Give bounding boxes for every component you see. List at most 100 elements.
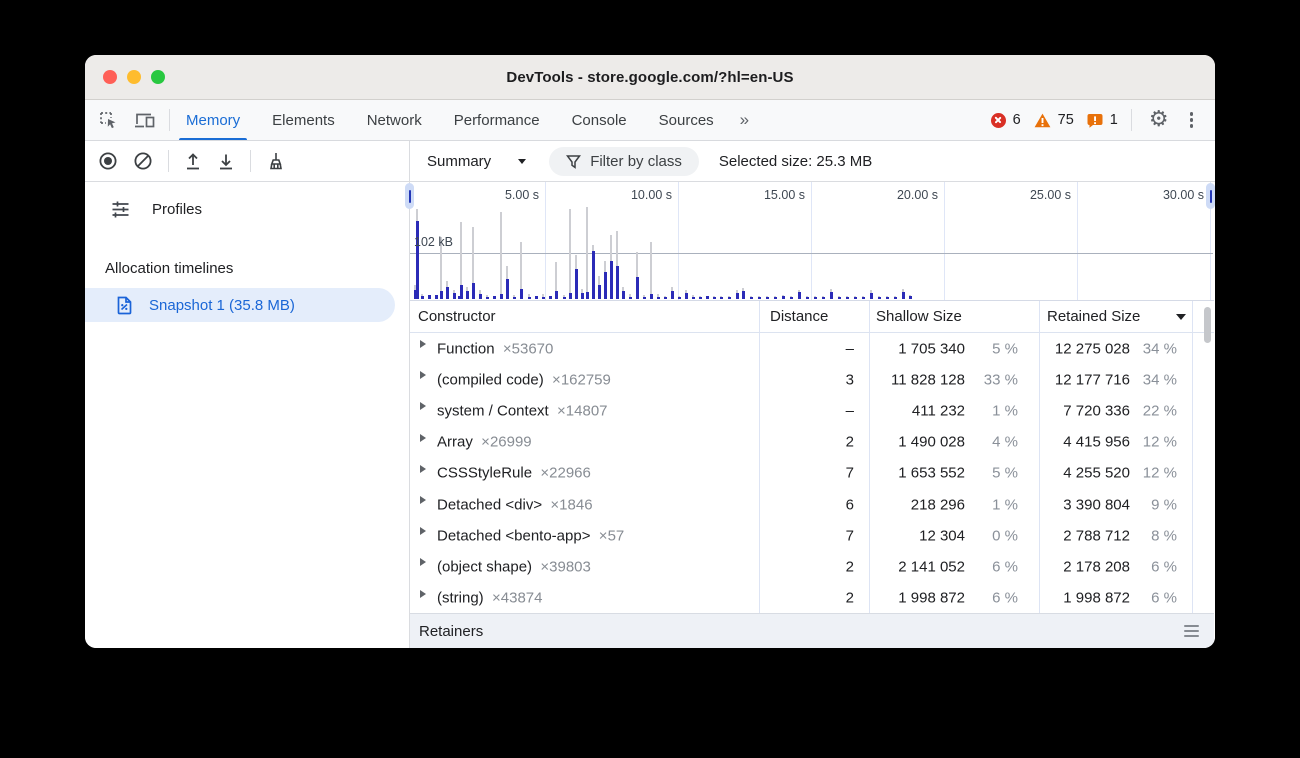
warning-icon[interactable] [1034, 113, 1051, 128]
allocation-bar-live [563, 297, 566, 299]
device-toolbar-icon[interactable] [134, 111, 156, 129]
row-expander-icon[interactable] [420, 590, 426, 598]
allocation-bar-live [622, 291, 625, 299]
warning-count[interactable]: 75 [1058, 112, 1074, 128]
clear-all-broom-icon[interactable] [266, 151, 286, 172]
issues-icon[interactable] [1087, 113, 1103, 128]
retainers-bar[interactable]: Retainers [410, 613, 1214, 648]
inspect-element-icon[interactable] [98, 110, 118, 130]
row-expander-icon[interactable] [420, 465, 426, 473]
fullscreen-window-button[interactable] [151, 70, 165, 84]
table-row[interactable]: (string) ×4387421 998 8726 %1 998 8726 % [410, 583, 1214, 614]
issues-count[interactable]: 1 [1110, 112, 1118, 128]
distance-cell: 2 [759, 590, 854, 607]
allocation-bar-live [636, 277, 639, 299]
row-expander-icon[interactable] [420, 527, 426, 535]
sidebar-item-profiles[interactable]: Profiles [85, 190, 409, 228]
load-profile-icon[interactable] [184, 152, 202, 171]
shallow-size-cell: 1 490 028 [869, 434, 965, 451]
table-row[interactable]: (compiled code) ×162759311 828 12833 %12… [410, 364, 1214, 395]
allocation-bar-live [886, 297, 889, 299]
constructor-name: Detached <bento-app> ×57 [437, 527, 624, 544]
allocation-bar-live [506, 279, 509, 299]
column-header-shallow-size[interactable]: Shallow Size [876, 308, 962, 325]
row-expander-icon[interactable] [420, 340, 426, 348]
table-row[interactable]: CSSStyleRule ×2296671 653 5525 %4 255 52… [410, 458, 1214, 489]
timeline-chart[interactable]: 102 kB 5.00 s10.00 s15.00 s20.00 s25.00 … [410, 182, 1214, 300]
tab-performance-label: Performance [454, 112, 540, 129]
allocation-bar-live [728, 297, 731, 299]
shallow-size-percent: 6 % [970, 558, 1018, 575]
allocation-bar-live [758, 297, 761, 299]
table-row[interactable]: Array ×2699921 490 0284 %4 415 95612 % [410, 427, 1214, 458]
allocation-bar-live [830, 292, 833, 299]
grid-scrollbar-thumb[interactable] [1204, 307, 1211, 343]
timeline-right-handle[interactable] [1206, 183, 1215, 209]
tab-memory[interactable]: Memory [170, 100, 256, 140]
clear-profiles-icon[interactable] [133, 151, 153, 171]
tab-elements[interactable]: Elements [256, 100, 351, 140]
kebab-menu-icon[interactable] [1182, 112, 1201, 127]
allocation-bar-live [742, 291, 745, 299]
record-allocation-icon[interactable] [98, 151, 118, 171]
allocation-bar-live [440, 291, 443, 299]
shallow-size-cell: 218 296 [869, 496, 965, 513]
allocation-bar-live [643, 297, 646, 299]
column-header-constructor[interactable]: Constructor [418, 308, 496, 325]
timeline-tick-label: 5.00 s [435, 188, 539, 202]
row-expander-icon[interactable] [420, 371, 426, 379]
allocation-bar-live [650, 294, 653, 299]
retained-size-percent: 12 % [1135, 434, 1177, 451]
shallow-size-percent: 6 % [970, 590, 1018, 607]
instance-count: ×14807 [549, 402, 608, 419]
table-row[interactable]: Detached <bento-app> ×57712 3040 %2 788 … [410, 520, 1214, 551]
allocation-bar-live [549, 296, 552, 299]
allocation-bar-live [838, 297, 841, 299]
allocation-bar-live [416, 221, 419, 299]
timeline-tick-label: 10.00 s [568, 188, 672, 202]
allocation-bar-live [598, 285, 601, 299]
error-count[interactable]: 6 [1013, 112, 1021, 128]
table-row[interactable]: Function ×53670–1 705 3405 %12 275 02834… [410, 333, 1214, 364]
row-expander-icon[interactable] [420, 558, 426, 566]
allocation-bar-live [542, 297, 545, 299]
sidebar-item-snapshot-1-label: Snapshot 1 (35.8 MB) [149, 297, 295, 314]
tab-performance[interactable]: Performance [438, 100, 556, 140]
tab-network[interactable]: Network [351, 100, 438, 140]
close-window-button[interactable] [103, 70, 117, 84]
table-row[interactable]: system / Context ×14807–411 2321 %7 720 … [410, 395, 1214, 426]
retained-size-percent: 12 % [1135, 465, 1177, 482]
resize-grip-icon[interactable] [1184, 625, 1199, 636]
constructor-name: (string) ×43874 [437, 590, 542, 607]
timeline-left-handle[interactable] [405, 183, 414, 209]
save-profile-icon[interactable] [217, 152, 235, 171]
table-row[interactable]: (object shape) ×3980322 141 0526 %2 178 … [410, 551, 1214, 582]
shallow-size-cell: 411 232 [869, 402, 965, 419]
error-icon[interactable] [991, 113, 1006, 128]
sort-descending-icon[interactable] [1176, 314, 1186, 320]
allocation-bar-live [520, 289, 523, 299]
retained-size-cell: 12 275 028 [1039, 340, 1130, 357]
toolbar-divider [250, 150, 251, 172]
allocation-bar-live [774, 297, 777, 299]
sidebar-item-snapshot-1[interactable]: Snapshot 1 (35.8 MB) [85, 288, 395, 322]
tab-sources[interactable]: Sources [643, 100, 730, 140]
column-header-distance[interactable]: Distance [770, 308, 828, 325]
table-row[interactable]: Detached <div> ×18466218 2961 %3 390 804… [410, 489, 1214, 520]
perspective-caret-icon[interactable] [518, 159, 526, 164]
allocation-bar-total [500, 212, 502, 299]
row-expander-icon[interactable] [420, 496, 426, 504]
tab-console[interactable]: Console [556, 100, 643, 140]
row-expander-icon[interactable] [420, 402, 426, 410]
shallow-size-percent: 0 % [970, 527, 1018, 544]
filter-by-class-input[interactable]: Filter by class [549, 147, 699, 176]
allocation-bar-live [428, 295, 431, 299]
instance-count: ×1846 [542, 496, 592, 513]
perspective-select[interactable]: Summary [427, 153, 491, 170]
row-expander-icon[interactable] [420, 434, 426, 442]
settings-gear-icon[interactable]: ⚙ [1149, 109, 1169, 131]
column-header-retained-size[interactable]: Retained Size [1047, 308, 1140, 325]
more-tabs-icon[interactable]: » [730, 110, 759, 130]
minimize-window-button[interactable] [127, 70, 141, 84]
allocation-bar-live [453, 293, 456, 299]
